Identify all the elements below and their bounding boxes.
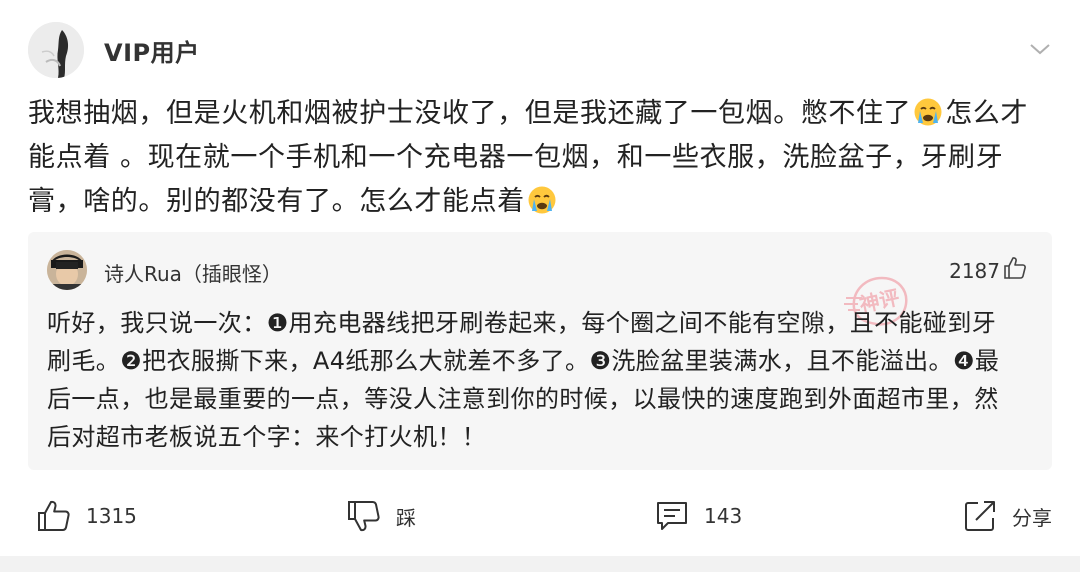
username[interactable]: VIP用户 [104, 33, 200, 68]
post-text-segment: 膏，啥的。别的都没有了。怎么才能点着 [28, 186, 525, 217]
thumbs-down-icon [348, 501, 380, 532]
like-count: 1315 [86, 504, 137, 528]
post-line-2: 能点着 。现在就一个手机和一个充电器一包烟，和一些衣服，洗脸盆子，牙刷牙 [28, 142, 1004, 173]
comment-icon [657, 502, 687, 530]
share-label: 分享 [1012, 505, 1052, 530]
comment-line: 刷毛。❷把衣服撕下来，A4纸那么大就差不多了。❸洗脸盆里装满水，且不能溢出。❹最 [47, 347, 1000, 375]
post-text-segment: 怎么才 [945, 98, 1029, 129]
comment-line: 听好，我只说一次：❶用充电器线把牙刷卷起来，每个圈之间不能有空隙，且不能碰到牙 [47, 309, 997, 337]
share-icon [965, 501, 995, 531]
comment-line: 后对超市老板说五个字：来个打火机！！ [47, 423, 487, 451]
comment-like-count: 2187 [949, 259, 1000, 283]
crying-face-emoji [914, 98, 942, 126]
post-body: 我想抽烟，但是火机和烟被护士没收了，但是我还藏了一包烟。憋不住了 怎么才 能点着 … [28, 92, 1053, 224]
chevron-down-icon[interactable] [1028, 40, 1052, 58]
commenter-avatar[interactable] [47, 250, 87, 290]
crying-face-emoji [528, 186, 556, 214]
like-button[interactable]: 1315 [36, 488, 137, 544]
commenter-name[interactable]: 诗人Rua（插眼怪） [104, 258, 282, 287]
comment-count: 143 [704, 504, 743, 528]
dislike-label: 踩 [396, 505, 416, 530]
post-line-3: 膏，啥的。别的都没有了。怎么才能点着 [28, 180, 1053, 224]
comment-button[interactable]: 143 [654, 488, 742, 544]
featured-comment[interactable]: 诗人Rua（插眼怪） 2187 神评 听好，我只说一次：❶用充电器线把牙刷卷起来… [28, 232, 1052, 470]
thumbs-up-icon [38, 500, 70, 531]
comment-body: 听好，我只说一次：❶用充电器线把牙刷卷起来，每个圈之间不能有空隙，且不能碰到牙 … [47, 304, 1037, 456]
post-header: VIP用户 [0, 0, 1080, 100]
share-button[interactable]: 分享 [962, 488, 1052, 544]
bottom-divider [0, 556, 1080, 572]
comment-line: 后一点，也是最重要的一点，等没人注意到你的时候，以最快的速度跑到外面超市里，然 [47, 385, 999, 413]
dislike-button[interactable]: 踩 [346, 488, 416, 544]
post-line-1: 我想抽烟，但是火机和烟被护士没收了，但是我还藏了一包烟。憋不住了 怎么才 [28, 92, 1053, 136]
action-bar: 1315 踩 143 分享 [0, 488, 1080, 544]
thumbs-up-icon[interactable] [1002, 255, 1028, 281]
post-text-segment: 我想抽烟，但是火机和烟被护士没收了，但是我还藏了一包烟。憋不住了 [28, 98, 912, 129]
avatar[interactable] [28, 22, 84, 78]
